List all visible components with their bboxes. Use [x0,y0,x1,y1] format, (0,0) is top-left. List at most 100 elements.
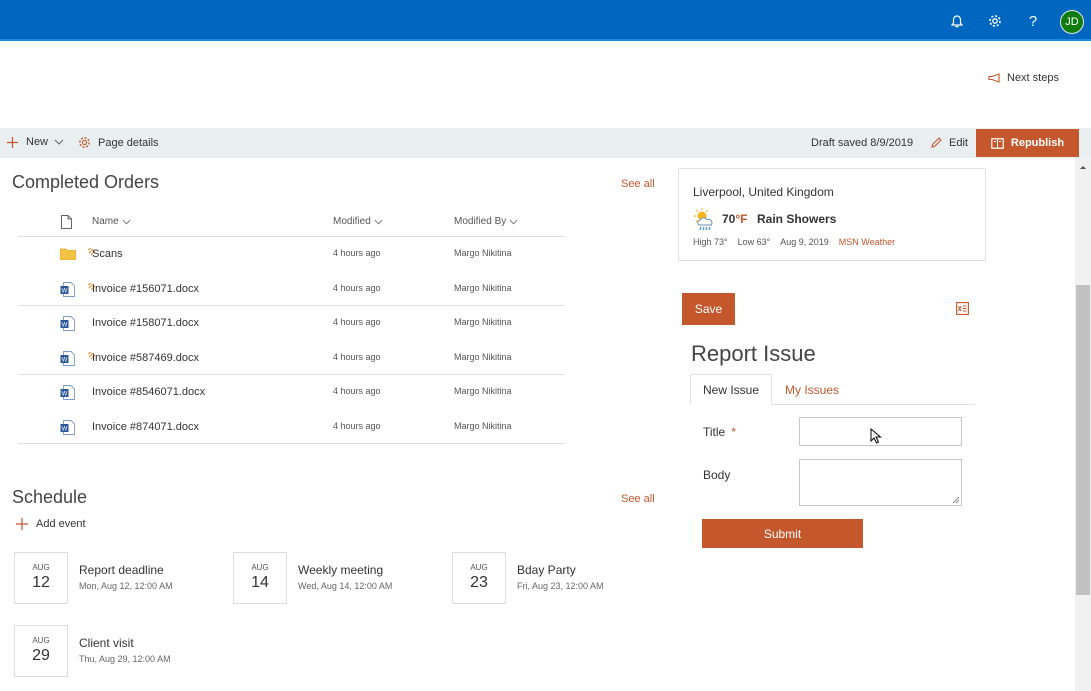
excel-export-icon[interactable] [956,302,969,320]
file-name[interactable]: Scans [92,248,123,260]
help-glyph: ? [1028,12,1038,30]
modified-by: Margo Nikitina [454,317,512,328]
folder-icon [60,247,76,265]
event-card[interactable]: AUG 12 Report deadline Mon, Aug 12, 12:0… [14,552,224,604]
edit-button[interactable]: Edit [930,136,968,149]
table-row[interactable]: W Invoice #156071.docx 4 hours ago Margo Ni… [18,272,565,306]
table-row[interactable]: W Invoice #587469.docx 4 hours ago Margo Ni… [18,341,565,375]
svg-text:W: W [62,392,68,398]
save-button[interactable]: Save [682,293,735,325]
column-header-modified[interactable]: Modified [333,216,383,227]
gear-icon [79,137,90,148]
weather-temp-value: 70 [722,212,736,226]
tab-my-issues[interactable]: My Issues [785,374,839,405]
table-row[interactable]: W Invoice #874071.docx 4 hours ago Margo Ni… [18,410,565,444]
svg-text:W: W [62,288,68,294]
modified-time: 4 hours ago [333,282,381,293]
event-title: Bday Party [517,563,576,577]
avatar[interactable]: JD [1060,10,1084,34]
file-name[interactable]: Invoice #587469.docx [92,352,199,364]
word-document-icon: W [60,281,75,302]
word-document-icon: W [60,420,75,440]
svg-text:W: W [62,357,68,363]
new-button[interactable]: New [7,136,64,148]
gear-icon[interactable] [984,10,1006,32]
page-details-button[interactable]: Page details [78,136,159,149]
event-month: AUG [32,636,50,645]
add-event-button[interactable]: Add event [16,518,86,530]
event-card[interactable]: AUG 14 Weekly meeting Wed, Aug 14, 12:00… [233,552,443,604]
next-steps-button[interactable]: Next steps [988,72,1059,84]
event-date: AUG 29 [14,625,68,677]
help-icon[interactable]: ? [1022,10,1044,32]
event-card[interactable]: AUG 23 Bday Party Fri, Aug 23, 12:00 AM [452,552,662,604]
modified-by: Margo Nikitina [454,421,512,431]
table-row[interactable]: W Invoice #158071.docx 4 hours ago Margo Ni… [18,306,565,340]
weather-high: High 73° [693,237,728,247]
weather-temperature: 70°F [722,212,748,226]
modified-by: Margo Nikitina [454,282,512,293]
file-name[interactable]: Invoice #8546071.docx [92,386,205,398]
file-type-icon[interactable] [61,215,72,229]
event-card[interactable]: AUG 29 Client visit Thu, Aug 29, 12:00 A… [14,625,224,677]
modified-by: Margo Nikitina [454,248,512,258]
event-month: AUG [32,563,50,572]
event-title: Report deadline [79,563,164,577]
sun-rain-cloud-icon [693,207,717,238]
user-initials: JD [1065,16,1079,28]
event-day: 29 [32,647,50,664]
table-row[interactable]: W Invoice #8546071.docx 4 hours ago Margo N… [18,375,565,409]
event-time: Wed, Aug 14, 12:00 AM [298,581,393,591]
next-steps-label: Next steps [1007,72,1059,84]
plus-icon [16,518,28,530]
mouse-cursor-icon [870,427,882,449]
svg-text:W: W [62,427,68,433]
weather-details: High 73° Low 63° Aug 9, 2019 MSN Weather [693,237,895,247]
column-name-label: Name [92,216,119,227]
scroll-up-icon[interactable] [1075,161,1091,173]
weather-date: Aug 9, 2019 [780,237,829,247]
table-row[interactable]: Scans 4 hours ago Margo Nikitina [18,237,565,271]
event-day: 14 [251,574,269,591]
column-header-name[interactable]: Name [92,216,131,227]
word-document-icon: W [60,385,75,405]
event-day: 23 [470,574,488,591]
column-modified-by-label: Modified By [454,216,507,227]
resize-handle-icon[interactable] [952,496,960,504]
modified-by: Margo Nikitina [454,351,512,362]
tab-new-issue[interactable]: New Issue [690,374,772,405]
file-name[interactable]: Invoice #156071.docx [92,283,199,295]
orders-title: Completed Orders [12,172,160,192]
book-icon [991,137,1004,149]
column-header-modified-by[interactable]: Modified By [454,216,518,227]
vertical-scrollbar[interactable] [1075,158,1091,691]
page-details-label: Page details [98,136,159,149]
schedule-see-all-link[interactable]: See all [621,493,655,505]
file-name[interactable]: Invoice #874071.docx [92,421,199,433]
title-field-label: Title * [703,425,736,439]
plus-icon [7,136,18,148]
new-label: New [26,136,49,148]
scrollbar-thumb[interactable] [1076,285,1090,595]
modified-time: 4 hours ago [333,421,381,431]
report-tabs: New Issue My Issues [690,374,975,405]
orders-see-all-link[interactable]: See all [621,178,655,190]
draft-status: Draft saved 8/9/2019 [811,137,914,149]
republish-button[interactable]: Republish [976,129,1079,157]
report-issue-title: Report Issue [691,341,816,366]
modified-time: 4 hours ago [333,386,381,397]
body-textarea[interactable] [799,459,962,506]
pencil-icon [931,137,942,148]
file-name[interactable]: Invoice #158071.docx [92,317,199,329]
weather-condition: Rain Showers [757,212,837,226]
megaphone-icon [988,73,1000,83]
weather-location: Liverpool, United Kingdom [693,185,834,199]
required-mark: * [731,425,736,439]
weather-source-link[interactable]: MSN Weather [839,237,895,247]
bell-icon[interactable] [946,10,968,32]
weather-low: Low 63° [737,237,771,247]
column-modified-label: Modified [333,216,371,227]
submit-button[interactable]: Submit [702,519,863,548]
event-month: AUG [470,563,488,572]
command-bar: New Page details Draft saved 8/9/2019 Ed… [0,128,1091,158]
